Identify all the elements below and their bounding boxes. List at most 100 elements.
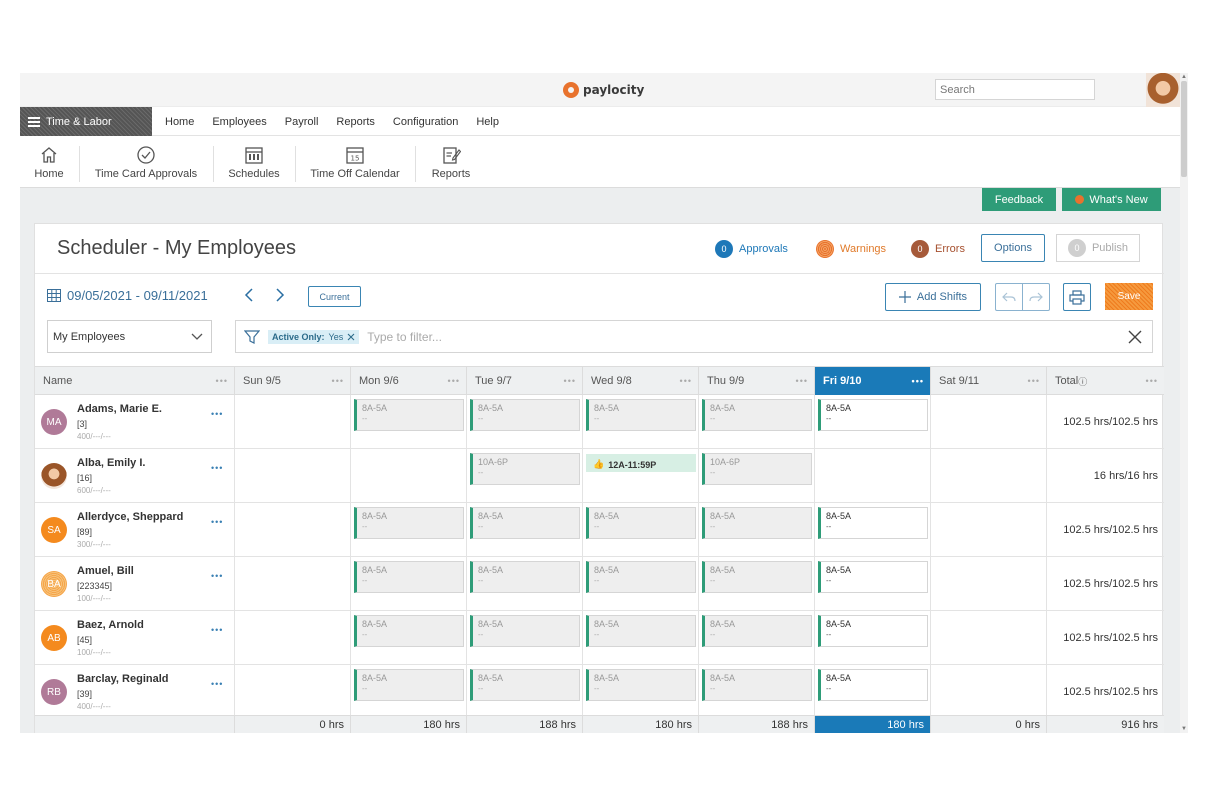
- day-cell[interactable]: 8A-5A --: [698, 665, 814, 719]
- shift-block[interactable]: 8A-5A --: [818, 399, 928, 431]
- day-cell[interactable]: 👍 12A-11:59P: [582, 449, 698, 503]
- employee-cell[interactable]: BA Amuel, Bill [223345] 100/---/--- •••: [35, 557, 234, 611]
- day-cell[interactable]: [930, 449, 1046, 503]
- day-cell[interactable]: 10A-6P --: [698, 449, 814, 503]
- row-menu-icon[interactable]: •••: [211, 571, 223, 581]
- filter-input[interactable]: [367, 329, 968, 344]
- employee-cell[interactable]: AB Baez, Arnold [45] 100/---/--- •••: [35, 611, 234, 665]
- subnav-schedules[interactable]: Schedules: [226, 136, 282, 188]
- user-avatar[interactable]: [1146, 73, 1180, 107]
- save-button[interactable]: Save: [1105, 283, 1153, 310]
- column-menu-icon[interactable]: •••: [912, 376, 924, 386]
- day-cell[interactable]: 8A-5A --: [466, 665, 582, 719]
- day-cell[interactable]: 8A-5A --: [698, 395, 814, 449]
- publish-button[interactable]: 0 Publish: [1056, 234, 1140, 262]
- vertical-scrollbar[interactable]: ▲ ▼: [1180, 73, 1188, 733]
- day-cell[interactable]: [234, 611, 350, 665]
- day-cell[interactable]: 8A-5A --: [582, 557, 698, 611]
- whats-new-button[interactable]: What's New: [1062, 188, 1161, 211]
- scroll-down-icon[interactable]: ▼: [1180, 725, 1188, 733]
- day-cell[interactable]: 8A-5A --: [814, 665, 930, 719]
- warnings-status[interactable]: Warnings: [816, 237, 886, 261]
- shift-block[interactable]: 8A-5A --: [818, 669, 928, 701]
- shift-block[interactable]: 8A-5A --: [354, 507, 464, 539]
- column-header-day[interactable]: Thu 9/9 •••: [698, 367, 814, 395]
- undo-icon[interactable]: [996, 284, 1022, 310]
- day-cell[interactable]: [234, 557, 350, 611]
- shift-block[interactable]: 8A-5A --: [702, 399, 812, 431]
- shift-block[interactable]: 8A-5A --: [702, 507, 812, 539]
- shift-block[interactable]: 8A-5A --: [470, 669, 580, 701]
- day-cell[interactable]: 8A-5A --: [698, 611, 814, 665]
- day-cell[interactable]: 8A-5A --: [698, 557, 814, 611]
- day-cell[interactable]: 8A-5A --: [466, 503, 582, 557]
- current-week-button[interactable]: Current: [308, 286, 361, 307]
- employee-cell[interactable]: SA Allerdyce, Sheppard [89] 300/---/--- •••: [35, 503, 234, 557]
- day-cell[interactable]: 8A-5A --: [350, 557, 466, 611]
- shift-block[interactable]: 8A-5A --: [354, 399, 464, 431]
- day-cell[interactable]: 8A-5A --: [350, 503, 466, 557]
- day-cell[interactable]: 8A-5A --: [582, 395, 698, 449]
- shift-block[interactable]: 8A-5A --: [818, 507, 928, 539]
- nav-reports[interactable]: Reports: [336, 116, 375, 128]
- shift-block[interactable]: 8A-5A --: [586, 399, 696, 431]
- shift-block[interactable]: 8A-5A --: [586, 615, 696, 647]
- day-cell[interactable]: [930, 503, 1046, 557]
- column-header-day[interactable]: Fri 9/10 •••: [814, 367, 930, 395]
- shift-block[interactable]: 8A-5A --: [818, 615, 928, 647]
- day-cell[interactable]: 8A-5A --: [582, 611, 698, 665]
- feedback-button[interactable]: Feedback: [982, 188, 1056, 211]
- shift-block[interactable]: 8A-5A --: [354, 615, 464, 647]
- day-cell[interactable]: 8A-5A --: [582, 665, 698, 719]
- day-cell[interactable]: 8A-5A --: [814, 557, 930, 611]
- day-cell[interactable]: 8A-5A --: [466, 395, 582, 449]
- nav-home[interactable]: Home: [165, 116, 194, 128]
- clear-filter-icon[interactable]: [1126, 328, 1144, 346]
- day-cell[interactable]: 10A-6P --: [466, 449, 582, 503]
- column-menu-icon[interactable]: •••: [448, 376, 460, 386]
- shift-block[interactable]: 8A-5A --: [586, 561, 696, 593]
- prev-week-chevron-icon[interactable]: [241, 286, 257, 304]
- column-menu-icon[interactable]: •••: [564, 376, 576, 386]
- column-menu-icon[interactable]: •••: [1028, 376, 1040, 386]
- module-menu-button[interactable]: Time & Labor: [20, 107, 152, 136]
- day-cell[interactable]: 8A-5A --: [466, 557, 582, 611]
- column-menu-icon[interactable]: •••: [332, 376, 344, 386]
- shift-block[interactable]: 8A-5A --: [586, 669, 696, 701]
- day-cell[interactable]: 8A-5A --: [350, 665, 466, 719]
- column-header-day[interactable]: Tue 9/7 •••: [466, 367, 582, 395]
- day-cell[interactable]: [930, 395, 1046, 449]
- day-cell[interactable]: [234, 449, 350, 503]
- shift-block[interactable]: 8A-5A --: [470, 561, 580, 593]
- shift-block[interactable]: 10A-6P --: [702, 453, 812, 485]
- shift-block[interactable]: 8A-5A --: [702, 615, 812, 647]
- paylocity-logo[interactable]: paylocity: [563, 81, 644, 99]
- add-shifts-button[interactable]: Add Shifts: [885, 283, 981, 311]
- shift-block[interactable]: 8A-5A --: [470, 507, 580, 539]
- day-cell[interactable]: 8A-5A --: [582, 503, 698, 557]
- redo-icon[interactable]: [1022, 284, 1049, 310]
- shift-block[interactable]: 8A-5A --: [818, 561, 928, 593]
- column-menu-icon[interactable]: •••: [796, 376, 808, 386]
- errors-status[interactable]: 0 Errors: [911, 237, 965, 261]
- nav-employees[interactable]: Employees: [212, 116, 266, 128]
- column-header-total[interactable]: Total ⓘ •••: [1046, 367, 1164, 395]
- column-header-day[interactable]: Sun 9/5 •••: [234, 367, 350, 395]
- subnav-reports[interactable]: Reports: [428, 136, 474, 188]
- day-cell[interactable]: [234, 665, 350, 719]
- row-menu-icon[interactable]: •••: [211, 517, 223, 527]
- scroll-thumb[interactable]: [1181, 81, 1187, 177]
- print-button[interactable]: [1063, 283, 1091, 311]
- shift-block[interactable]: 8A-5A --: [354, 669, 464, 701]
- subnav-time-off-calendar[interactable]: 15 Time Off Calendar: [308, 136, 402, 188]
- day-cell[interactable]: 8A-5A --: [350, 611, 466, 665]
- day-cell[interactable]: [930, 665, 1046, 719]
- column-header-day[interactable]: Mon 9/6 •••: [350, 367, 466, 395]
- day-cell[interactable]: [350, 449, 466, 503]
- shift-block[interactable]: 8A-5A --: [354, 561, 464, 593]
- nav-payroll[interactable]: Payroll: [285, 116, 319, 128]
- employee-group-select[interactable]: My Employees: [47, 320, 212, 353]
- row-menu-icon[interactable]: •••: [211, 679, 223, 689]
- column-header-day[interactable]: Wed 9/8 •••: [582, 367, 698, 395]
- column-menu-icon[interactable]: •••: [680, 376, 692, 386]
